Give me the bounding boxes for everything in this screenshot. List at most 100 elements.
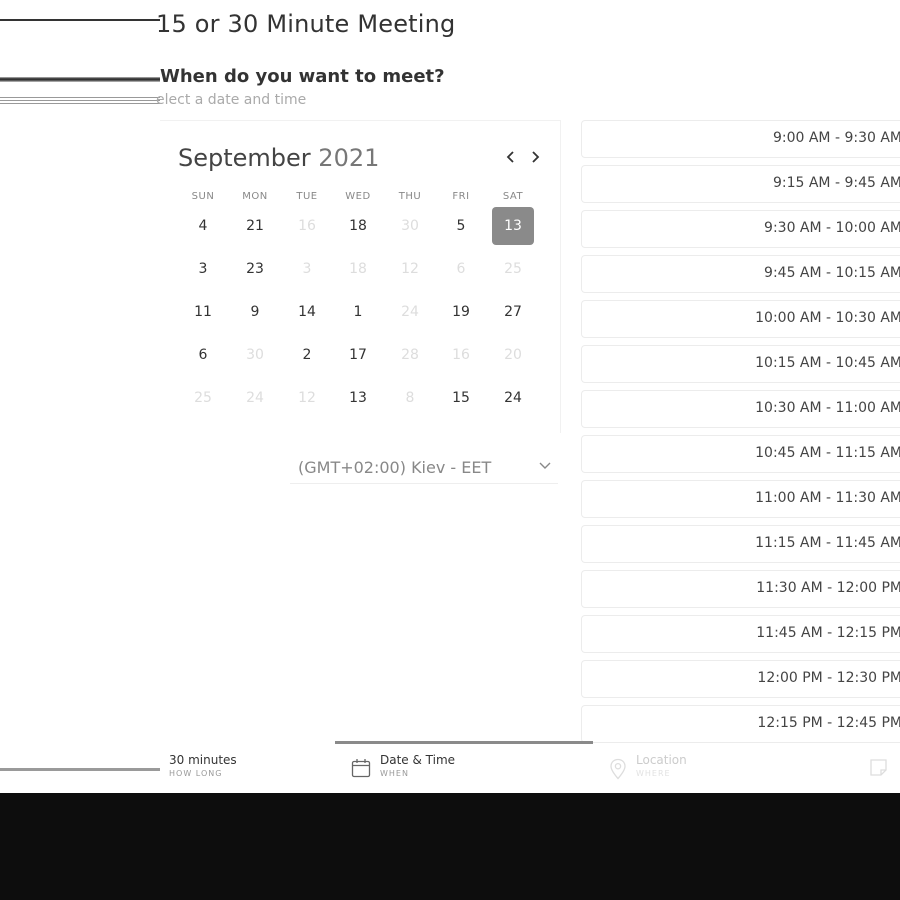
prev-month-button[interactable] [503, 148, 519, 169]
chevron-left-icon [506, 151, 514, 163]
divider [0, 19, 160, 21]
calendar-day-unavailable: 12 [401, 261, 419, 277]
calendar-day[interactable]: 21 [234, 207, 276, 245]
calendar-day-unavailable: 20 [504, 347, 522, 363]
page-title: 15 or 30 Minute Meeting [156, 10, 456, 38]
weekday-label: TUE [296, 191, 318, 202]
calendar-day[interactable]: 27 [492, 293, 534, 331]
calendar-day[interactable]: 2 [286, 336, 328, 374]
time-slot-button[interactable]: 10:15 AM - 10:45 AM [581, 345, 900, 383]
weekday-label: SUN [191, 191, 215, 202]
time-slot-button[interactable]: 12:00 PM - 12:30 PM [581, 660, 900, 698]
calendar-day[interactable]: 5 [440, 207, 482, 245]
step-label: Location [636, 753, 687, 767]
time-slot-button[interactable]: 10:45 AM - 11:15 AM [581, 435, 900, 473]
calendar-day-unavailable: 18 [349, 261, 367, 277]
calendar-day[interactable]: 3 [182, 250, 224, 288]
time-slot-button[interactable]: 10:00 AM - 10:30 AM [581, 300, 900, 338]
location-pin-icon [610, 758, 626, 780]
calendar-day-unavailable: 12 [298, 390, 316, 406]
time-slot-label: 10:00 AM - 10:30 AM [755, 310, 900, 326]
time-slot-label: 9:30 AM - 10:00 AM [764, 220, 900, 236]
scheduler-page: 15 or 30 Minute Meeting When do you want… [0, 0, 900, 793]
weekday-label: THU [398, 191, 422, 202]
calendar-day-unavailable: 16 [298, 218, 316, 234]
time-slot-button[interactable]: 12:15 PM - 12:45 PM [581, 705, 900, 743]
calendar-day[interactable]: 15 [440, 379, 482, 417]
time-slot-button[interactable]: 9:15 AM - 9:45 AM [581, 165, 900, 203]
time-slot-label: 11:00 AM - 11:30 AM [755, 490, 900, 506]
divider [0, 768, 160, 771]
time-slot-button[interactable]: 11:00 AM - 11:30 AM [581, 480, 900, 518]
calendar-day-unavailable: 30 [401, 218, 419, 234]
calendar-day-unavailable: 24 [401, 304, 419, 320]
time-slot-label: 10:30 AM - 11:00 AM [755, 400, 900, 416]
calendar-day-unavailable: 3 [302, 261, 312, 277]
calendar-day[interactable]: 6 [182, 336, 224, 374]
calendar-day-selected[interactable]: 13 [492, 207, 534, 245]
timezone-value: (GMT+02:00) Kiev - EET [298, 458, 492, 477]
time-slot-label: 9:00 AM - 9:30 AM [772, 130, 900, 146]
chevron-down-icon [539, 462, 551, 469]
time-slot-label: 9:15 AM - 9:45 AM [772, 175, 900, 191]
year-label: 2021 [318, 144, 380, 172]
step-label: Date & Time [380, 753, 456, 767]
month-label: September [178, 144, 311, 172]
time-slot-button[interactable]: 9:45 AM - 10:15 AM [581, 255, 900, 293]
calendar-day-unavailable: 25 [194, 390, 212, 406]
calendar-day[interactable]: 1 [337, 293, 379, 331]
time-slot-button[interactable]: 9:30 AM - 10:00 AM [581, 210, 900, 248]
time-slot-button[interactable]: 10:30 AM - 11:00 AM [581, 390, 900, 428]
time-slot-button[interactable]: 11:30 AM - 12:00 PM [581, 570, 900, 608]
time-slot-label: 10:45 AM - 11:15 AM [755, 445, 900, 461]
step-location[interactable]: Location WHERE [636, 753, 687, 778]
time-slot-label: 12:15 PM - 12:45 PM [757, 715, 900, 731]
time-slot-button[interactable]: 11:45 AM - 12:15 PM [581, 615, 900, 653]
calendar-icon [351, 759, 371, 778]
time-slot-label: 12:00 PM - 12:30 PM [757, 670, 900, 686]
calendar-day-unavailable: 24 [246, 390, 264, 406]
note-icon[interactable] [869, 758, 889, 778]
divider [0, 77, 160, 82]
calendar-day-unavailable: 30 [246, 347, 264, 363]
weekday-label: MON [242, 191, 268, 202]
chevron-right-icon [532, 151, 540, 163]
time-slot-label: 10:15 AM - 10:45 AM [755, 355, 900, 371]
section-heading: When do you want to meet? [160, 66, 445, 87]
step-sublabel: WHERE [636, 769, 671, 778]
instruction-text: elect a date and time [156, 92, 307, 108]
divider [0, 96, 160, 105]
time-slot-button[interactable]: 9:00 AM - 9:30 AM [581, 120, 900, 158]
calendar-day-unavailable: 28 [401, 347, 419, 363]
calendar-day-unavailable: 8 [405, 390, 415, 406]
step-sublabel: HOW LONG [169, 769, 223, 778]
weekday-label: FRI [452, 191, 470, 202]
calendar-day[interactable]: 24 [492, 379, 534, 417]
time-slot-label: 9:45 AM - 10:15 AM [764, 265, 900, 281]
calendar-day-unavailable: 16 [452, 347, 470, 363]
time-slot-label: 11:15 AM - 11:45 AM [755, 535, 900, 551]
calendar-day[interactable]: 18 [337, 207, 379, 245]
step-label: 30 minutes [169, 753, 237, 767]
calendar-day-unavailable: 25 [504, 261, 522, 277]
calendar-day[interactable]: 17 [337, 336, 379, 374]
next-month-button[interactable] [527, 148, 543, 169]
calendar-day-unavailable: 6 [456, 261, 466, 277]
calendar-day[interactable]: 4 [182, 207, 224, 245]
calendar-day[interactable]: 11 [182, 293, 224, 331]
time-slot-label: 11:30 AM - 12:00 PM [756, 580, 900, 596]
time-slot-button[interactable]: 11:15 AM - 11:45 AM [581, 525, 900, 563]
calendar-day[interactable]: 9 [234, 293, 276, 331]
calendar-day[interactable]: 14 [286, 293, 328, 331]
calendar-day[interactable]: 19 [440, 293, 482, 331]
weekday-label: SAT [502, 191, 524, 202]
calendar-day[interactable]: 13 [337, 379, 379, 417]
calendar-day[interactable]: 23 [234, 250, 276, 288]
step-sublabel: WHEN [380, 769, 409, 778]
step-date-time[interactable]: Date & Time WHEN [380, 753, 455, 778]
step-how-long[interactable]: 30 minutes HOW LONG [169, 753, 237, 778]
month-year-label: September 2021 [178, 144, 379, 172]
time-slot-label: 11:45 AM - 12:15 PM [756, 625, 900, 641]
timezone-select[interactable]: (GMT+02:00) Kiev - EET [290, 450, 558, 484]
active-step-indicator [335, 741, 593, 744]
